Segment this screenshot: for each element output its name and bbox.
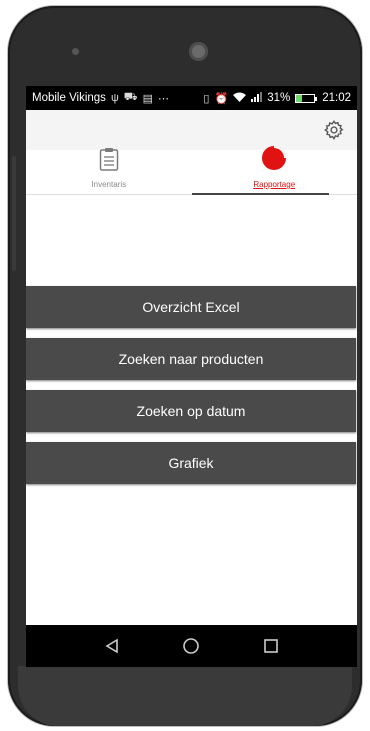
system-nav-bar [26,625,357,667]
home-icon[interactable] [179,634,203,658]
tab-rapportage[interactable]: Rapportage [191,146,358,195]
battery-icon [295,93,318,103]
tab-bar: Inventaris Rapportage [26,146,358,195]
image-icon: ▤ [142,92,154,105]
tab-inventaris[interactable]: Inventaris [26,147,192,194]
gear-icon[interactable] [323,119,345,141]
back-icon[interactable] [100,634,124,658]
chart-button[interactable]: Grafiek [26,442,356,484]
front-camera [189,42,208,61]
alarm-icon: ⏰ [214,92,229,105]
usb-icon: ψ [110,92,119,104]
vibrate-icon: ▯ [203,92,210,105]
clipboard-icon [99,147,119,176]
carrier-name: Mobile Vikings [32,92,106,104]
pie-chart-icon [261,145,287,176]
report-menu: Overzicht Excel Zoeken naar producten Zo… [26,286,357,494]
recents-icon[interactable] [259,634,283,658]
wifi-icon [233,92,247,105]
sensor-dot [72,48,79,55]
car-icon: ⛟ [123,91,138,103]
phone-chin [18,666,352,726]
tab-label: Rapportage [253,180,296,189]
volume-button [12,156,16,271]
signal-icon [251,91,263,105]
search-date-button[interactable]: Zoeken op datum [26,390,356,432]
clock: 21:02 [322,92,351,104]
app-toolbar [26,110,357,150]
search-products-button[interactable]: Zoeken naar producten [26,338,356,380]
tab-label: Inventaris [91,180,127,189]
more-icon: ⋯ [158,92,170,105]
overzicht-excel-button[interactable]: Overzicht Excel [26,286,356,328]
status-bar: Mobile Vikings ψ ⛟ ▤ ⋯ ▯ ⏰ 31% 21:02 [26,86,357,110]
battery-percent: 31% [267,92,291,104]
screen: Mobile Vikings ψ ⛟ ▤ ⋯ ▯ ⏰ 31% 21:02 Inv… [26,86,357,667]
